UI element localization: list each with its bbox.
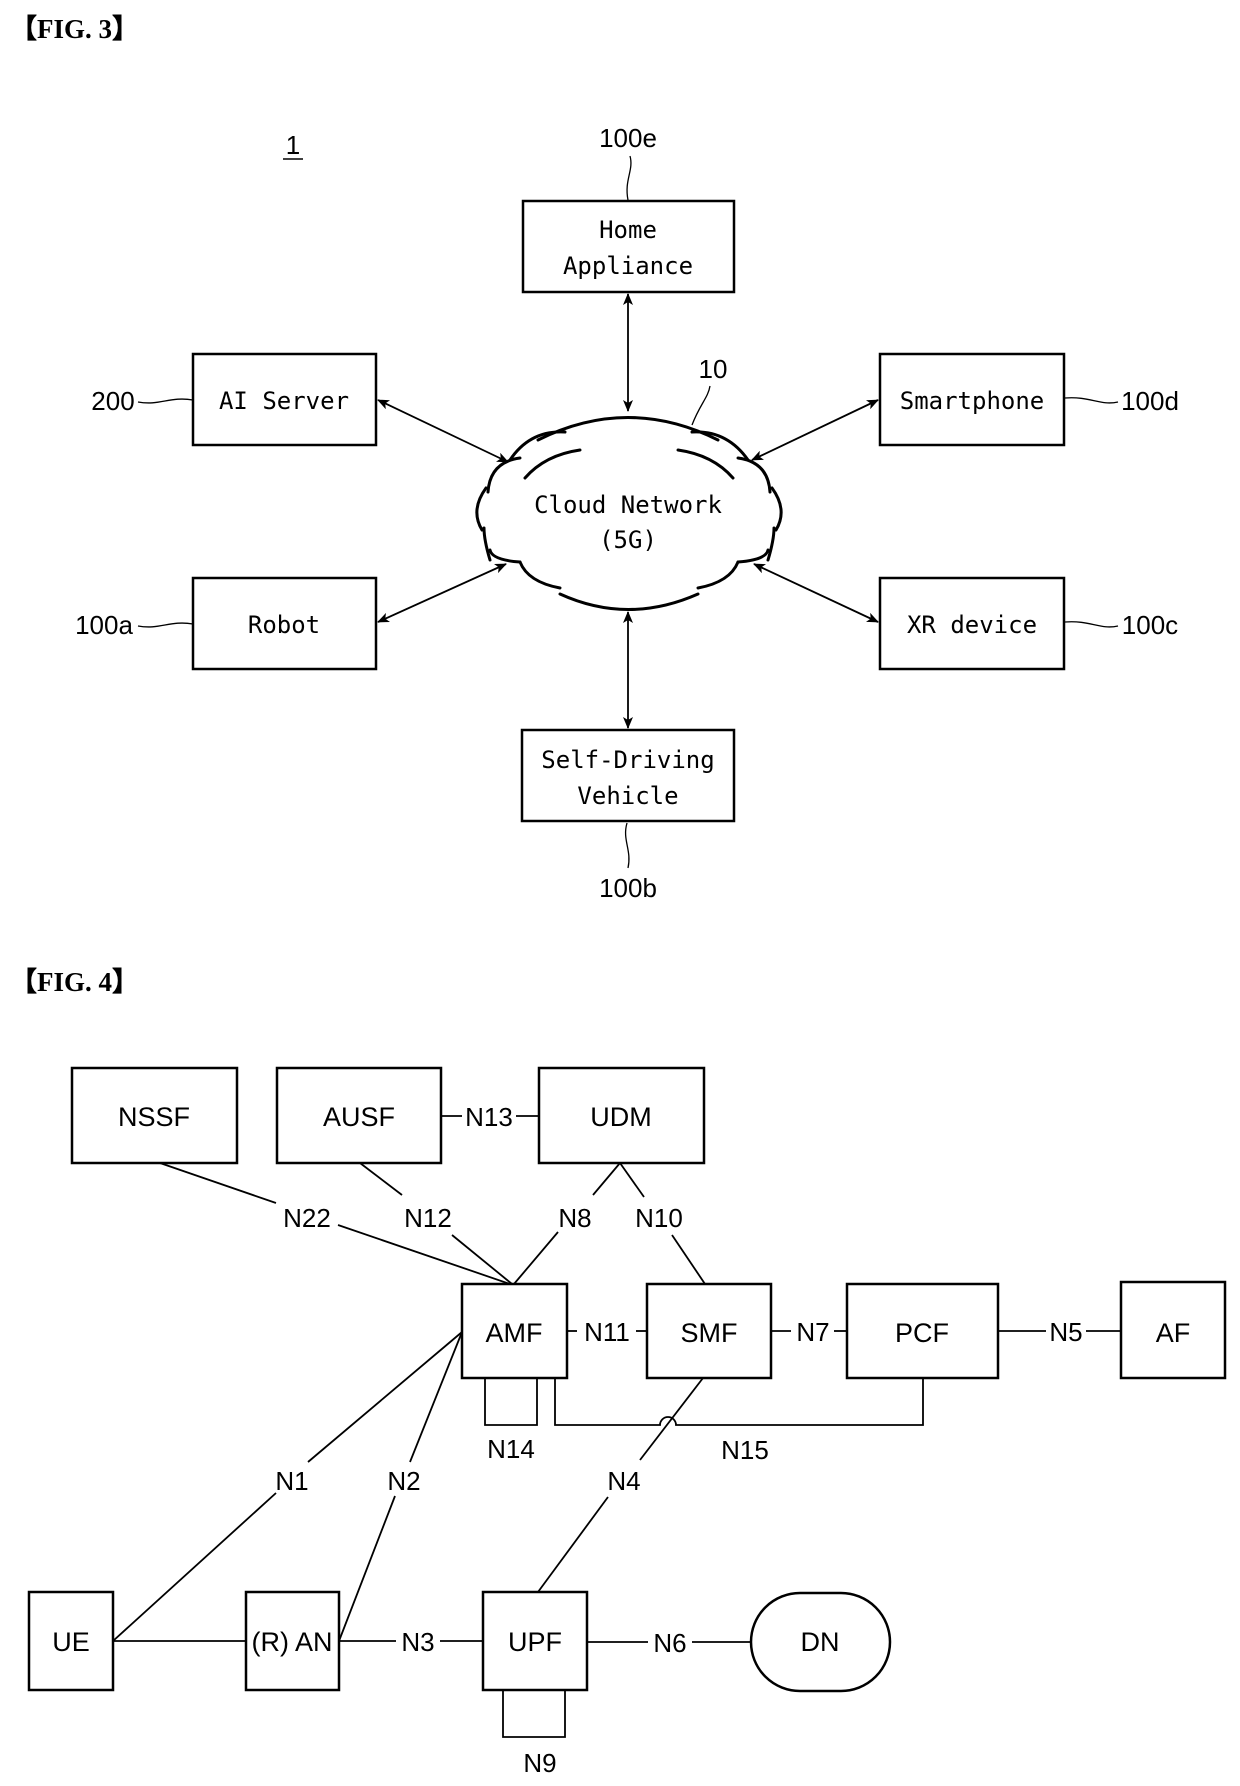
n1-label: N1 bbox=[275, 1466, 308, 1496]
n14-loop bbox=[484, 1378, 538, 1426]
robot-leader bbox=[137, 622, 194, 628]
n4-link-lower bbox=[537, 1496, 609, 1593]
n6-label: N6 bbox=[653, 1628, 686, 1658]
cloud-ref: 10 bbox=[699, 354, 728, 384]
upf-label: UPF bbox=[508, 1627, 562, 1657]
fig4: 【FIG. 4】 NSSF AUSF UDM N13 AMF SMF PCF A… bbox=[10, 967, 1227, 1778]
n22-link-upper bbox=[159, 1162, 277, 1204]
patent-figures: 【FIG. 3】 1 Cloud Network (5G) 10 Home Ap… bbox=[10, 14, 1227, 1778]
n22-link-lower bbox=[337, 1224, 511, 1285]
smartphone-ref: 100d bbox=[1121, 386, 1179, 416]
udm-label: UDM bbox=[590, 1102, 652, 1132]
af-label: AF bbox=[1156, 1318, 1191, 1348]
n4-link-upper bbox=[639, 1377, 704, 1461]
node-smartphone: Smartphone 100d bbox=[751, 352, 1179, 461]
n12-label: N12 bbox=[404, 1203, 452, 1233]
cloud-label: Cloud Network bbox=[534, 491, 722, 519]
n9-label: N9 bbox=[523, 1748, 556, 1778]
n11-label: N11 bbox=[584, 1317, 630, 1347]
fig3-title: 【FIG. 3】 bbox=[10, 14, 139, 44]
pcf-label: PCF bbox=[895, 1318, 949, 1348]
node-xr-device: XR device 100c bbox=[753, 563, 1178, 671]
home-appliance-label-2: Appliance bbox=[563, 252, 693, 280]
n8-label: N8 bbox=[558, 1203, 591, 1233]
n13-label: N13 bbox=[465, 1102, 513, 1132]
system-ref: 1 bbox=[286, 130, 300, 160]
n9-loop bbox=[502, 1690, 566, 1738]
dn-label: DN bbox=[801, 1627, 840, 1657]
n12-link-upper bbox=[359, 1162, 403, 1196]
n15-label: N15 bbox=[721, 1435, 769, 1465]
self-driving-vehicle-label-1: Self-Driving bbox=[541, 746, 714, 774]
link-ai-server-cloud bbox=[377, 399, 509, 463]
n22-label: N22 bbox=[283, 1203, 331, 1233]
node-ai-server: AI Server 200 bbox=[91, 352, 509, 463]
xr-device-label: XR device bbox=[907, 611, 1037, 639]
self-driving-vehicle-ref: 100b bbox=[599, 873, 657, 903]
xr-device-ref: 100c bbox=[1122, 610, 1178, 640]
n1-link-upper bbox=[307, 1331, 463, 1463]
n10-link-upper bbox=[619, 1162, 645, 1198]
ai-server-leader bbox=[137, 398, 194, 404]
smf-label: SMF bbox=[681, 1318, 738, 1348]
home-appliance-leader bbox=[626, 155, 632, 201]
link-xr-device-cloud bbox=[753, 563, 879, 623]
n2-link-lower bbox=[338, 1495, 396, 1642]
n2-label: N2 bbox=[387, 1466, 420, 1496]
n8-link-lower bbox=[513, 1231, 559, 1285]
smartphone-label: Smartphone bbox=[900, 387, 1045, 415]
n15-link bbox=[554, 1378, 924, 1426]
n7-label: N7 bbox=[796, 1317, 829, 1347]
ausf-label: AUSF bbox=[323, 1102, 395, 1132]
ran-label: (R) AN bbox=[252, 1627, 333, 1657]
n3-label: N3 bbox=[401, 1627, 434, 1657]
ai-server-label: AI Server bbox=[219, 387, 349, 415]
link-robot-cloud bbox=[377, 563, 507, 623]
fig3: 【FIG. 3】 1 Cloud Network (5G) 10 Home Ap… bbox=[10, 14, 1179, 903]
n10-label: N10 bbox=[635, 1203, 683, 1233]
amf-label: AMF bbox=[486, 1318, 543, 1348]
cloud-ref-leader bbox=[691, 385, 711, 426]
nssf-label: NSSF bbox=[118, 1102, 190, 1132]
ue-label: UE bbox=[52, 1627, 90, 1657]
robot-ref: 100a bbox=[75, 610, 133, 640]
n14-label: N14 bbox=[487, 1434, 535, 1464]
smartphone-leader bbox=[1064, 397, 1119, 404]
robot-label: Robot bbox=[248, 611, 320, 639]
cloud-network: Cloud Network (5G) 10 bbox=[475, 354, 783, 611]
cloud-sublabel: (5G) bbox=[599, 526, 657, 554]
self-driving-vehicle-leader bbox=[624, 822, 630, 869]
self-driving-vehicle-label-2: Vehicle bbox=[577, 782, 678, 810]
n2-link-upper bbox=[409, 1331, 463, 1463]
n12-link-lower bbox=[451, 1234, 513, 1285]
node-self-driving-vehicle: Self-Driving Vehicle 100b bbox=[520, 611, 736, 903]
xr-device-leader bbox=[1064, 621, 1119, 628]
n8-link-upper bbox=[592, 1162, 621, 1196]
node-robot: Robot 100a bbox=[75, 563, 507, 671]
ai-server-ref: 200 bbox=[91, 386, 134, 416]
n10-link-lower bbox=[671, 1234, 706, 1285]
link-smartphone-cloud bbox=[751, 399, 879, 461]
n4-label: N4 bbox=[607, 1466, 640, 1496]
n5-label: N5 bbox=[1049, 1317, 1082, 1347]
home-appliance-label-1: Home bbox=[599, 216, 657, 244]
fig4-title: 【FIG. 4】 bbox=[10, 967, 139, 997]
home-appliance-ref: 100e bbox=[599, 123, 657, 153]
